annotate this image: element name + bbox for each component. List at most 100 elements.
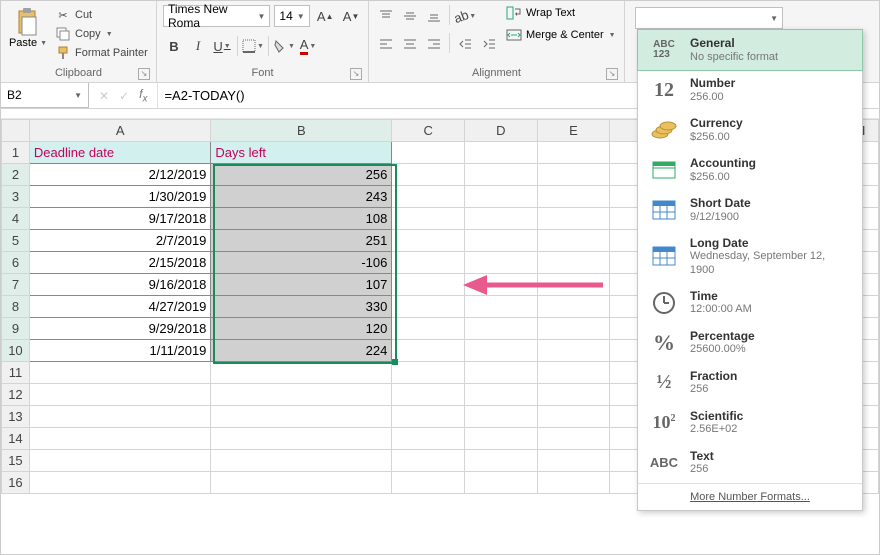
- cell[interactable]: 2/15/2018: [29, 252, 211, 274]
- cell[interactable]: [392, 450, 465, 472]
- align-top-button[interactable]: [375, 5, 397, 27]
- cell[interactable]: -106: [211, 252, 392, 274]
- dialog-launcher-icon[interactable]: ↘: [138, 68, 150, 80]
- format-option-scientific[interactable]: 102Scientific2.56E+02: [638, 403, 862, 443]
- fill-color-button[interactable]: ▼: [273, 35, 295, 57]
- font-size-combo[interactable]: 14▼: [274, 5, 310, 27]
- row-header[interactable]: 4: [2, 208, 30, 230]
- cell[interactable]: [29, 362, 211, 384]
- decrease-indent-button[interactable]: [454, 33, 476, 55]
- copy-button[interactable]: Copy▼: [55, 26, 148, 42]
- cell[interactable]: [211, 450, 392, 472]
- cell[interactable]: [465, 186, 538, 208]
- cell[interactable]: [537, 318, 610, 340]
- cell[interactable]: [537, 340, 610, 362]
- cell[interactable]: [392, 186, 465, 208]
- row-header[interactable]: 3: [2, 186, 30, 208]
- cell[interactable]: 4/27/2019: [29, 296, 211, 318]
- font-name-combo[interactable]: Times New Roma▼: [163, 5, 270, 27]
- cell[interactable]: [392, 208, 465, 230]
- row-header[interactable]: 1: [2, 142, 30, 164]
- more-number-formats-link[interactable]: More Number Formats...: [638, 483, 862, 510]
- cell[interactable]: [537, 450, 610, 472]
- cell[interactable]: [465, 252, 538, 274]
- italic-button[interactable]: I: [187, 35, 209, 57]
- cell[interactable]: [465, 406, 538, 428]
- wrap-text-button[interactable]: Wrap Text: [506, 5, 616, 21]
- cell[interactable]: [29, 406, 211, 428]
- format-option-percentage[interactable]: %Percentage25600.00%: [638, 323, 862, 363]
- cell[interactable]: 2/12/2019: [29, 164, 211, 186]
- cell[interactable]: [465, 318, 538, 340]
- row-header[interactable]: 13: [2, 406, 30, 428]
- cell[interactable]: [211, 428, 392, 450]
- format-option-text[interactable]: ABCText256: [638, 443, 862, 483]
- cell[interactable]: [29, 472, 211, 494]
- increase-indent-button[interactable]: [478, 33, 500, 55]
- format-option-fraction[interactable]: ½Fraction256: [638, 363, 862, 403]
- row-header[interactable]: 11: [2, 362, 30, 384]
- underline-button[interactable]: U▼: [211, 35, 233, 57]
- cell[interactable]: [465, 450, 538, 472]
- cell[interactable]: [392, 340, 465, 362]
- cut-button[interactable]: ✂ Cut: [55, 7, 148, 23]
- dialog-launcher-icon[interactable]: ↘: [350, 68, 362, 80]
- cell[interactable]: [392, 164, 465, 186]
- cell[interactable]: [537, 164, 610, 186]
- row-header[interactable]: 16: [2, 472, 30, 494]
- cell[interactable]: [392, 296, 465, 318]
- cell[interactable]: [392, 428, 465, 450]
- cell[interactable]: [392, 384, 465, 406]
- cell[interactable]: 243: [211, 186, 392, 208]
- format-option-currency[interactable]: Currency$256.00: [638, 110, 862, 150]
- col-header[interactable]: C: [392, 120, 465, 142]
- cell[interactable]: [465, 230, 538, 252]
- row-header[interactable]: 9: [2, 318, 30, 340]
- format-option-general[interactable]: ABC123GeneralNo specific format: [637, 29, 863, 71]
- cell[interactable]: [392, 472, 465, 494]
- cell[interactable]: 1/30/2019: [29, 186, 211, 208]
- format-painter-button[interactable]: Format Painter: [55, 45, 148, 61]
- borders-button[interactable]: ▼: [242, 35, 264, 57]
- cell[interactable]: [537, 406, 610, 428]
- cell[interactable]: 330: [211, 296, 392, 318]
- cell[interactable]: 107: [211, 274, 392, 296]
- cell[interactable]: [465, 472, 538, 494]
- dialog-launcher-icon[interactable]: ↘: [606, 68, 618, 80]
- cell[interactable]: [465, 142, 538, 164]
- cell[interactable]: [392, 142, 465, 164]
- row-header[interactable]: 12: [2, 384, 30, 406]
- cell[interactable]: [465, 296, 538, 318]
- row-header[interactable]: 7: [2, 274, 30, 296]
- format-option-time[interactable]: Time12:00:00 AM: [638, 283, 862, 323]
- align-middle-button[interactable]: [399, 5, 421, 27]
- cell[interactable]: [392, 274, 465, 296]
- cell[interactable]: [465, 340, 538, 362]
- row-header[interactable]: 10: [2, 340, 30, 362]
- row-header[interactable]: 8: [2, 296, 30, 318]
- cancel-formula-icon[interactable]: ✕: [99, 89, 109, 103]
- align-bottom-button[interactable]: [423, 5, 445, 27]
- cell[interactable]: [29, 384, 211, 406]
- format-option-number[interactable]: 12Number256.00: [638, 70, 862, 110]
- paste-button[interactable]: Paste▼: [7, 3, 49, 49]
- cell[interactable]: [465, 384, 538, 406]
- cell[interactable]: [537, 296, 610, 318]
- cell[interactable]: 9/29/2018: [29, 318, 211, 340]
- col-header[interactable]: D: [465, 120, 538, 142]
- align-center-button[interactable]: [399, 33, 421, 55]
- cell[interactable]: [537, 252, 610, 274]
- align-left-button[interactable]: [375, 33, 397, 55]
- cell[interactable]: [537, 142, 610, 164]
- row-header[interactable]: 15: [2, 450, 30, 472]
- number-format-combo[interactable]: ▼: [635, 7, 783, 29]
- col-header[interactable]: E: [537, 120, 610, 142]
- cell[interactable]: [211, 406, 392, 428]
- col-header[interactable]: A: [29, 120, 211, 142]
- cell[interactable]: [211, 362, 392, 384]
- cell[interactable]: [537, 230, 610, 252]
- name-box[interactable]: B2▼: [1, 83, 89, 108]
- merge-center-button[interactable]: Merge & Center▼: [506, 27, 616, 43]
- enter-formula-icon[interactable]: ✓: [119, 89, 129, 103]
- cell[interactable]: Deadline date: [29, 142, 211, 164]
